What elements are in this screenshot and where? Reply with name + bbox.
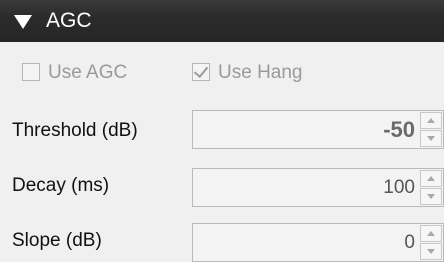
slope-label: Slope (dB) bbox=[12, 230, 102, 251]
slope-spin-buttons[interactable] bbox=[420, 225, 442, 260]
use-agc-label: Use AGC bbox=[48, 62, 128, 83]
slope-value[interactable]: 0 bbox=[404, 224, 415, 261]
use-hang-label: Use Hang bbox=[218, 62, 303, 83]
arrow-down-icon bbox=[427, 194, 435, 199]
triangle-down-icon[interactable] bbox=[14, 15, 32, 29]
checkmark-icon bbox=[193, 62, 209, 79]
threshold-decrement-button[interactable] bbox=[420, 130, 442, 147]
threshold-increment-button[interactable] bbox=[420, 112, 442, 129]
use-hang-checkbox-box[interactable] bbox=[192, 62, 210, 81]
slope-spinbox[interactable]: 0 bbox=[192, 223, 444, 262]
use-agc-checkbox[interactable]: Use AGC bbox=[22, 62, 152, 84]
arrow-up-icon bbox=[427, 176, 435, 181]
threshold-spinbox[interactable]: -50 bbox=[192, 110, 444, 149]
decay-increment-button[interactable] bbox=[420, 170, 442, 187]
decay-label: Decay (ms) bbox=[12, 175, 110, 196]
threshold-value[interactable]: -50 bbox=[383, 111, 415, 148]
arrow-down-icon bbox=[427, 136, 435, 141]
use-agc-checkbox-box[interactable] bbox=[22, 63, 40, 81]
decay-spin-buttons[interactable] bbox=[420, 170, 442, 205]
arrow-up-icon bbox=[427, 231, 435, 236]
panel-title: AGC bbox=[46, 9, 92, 32]
agc-panel-header[interactable]: AGC bbox=[0, 0, 444, 42]
decay-value[interactable]: 100 bbox=[383, 169, 415, 206]
slope-decrement-button[interactable] bbox=[420, 243, 442, 260]
arrow-up-icon bbox=[427, 118, 435, 123]
threshold-label: Threshold (dB) bbox=[12, 120, 138, 141]
arrow-down-icon bbox=[427, 249, 435, 254]
decay-decrement-button[interactable] bbox=[420, 188, 442, 205]
threshold-spin-buttons[interactable] bbox=[420, 112, 442, 147]
slope-increment-button[interactable] bbox=[420, 225, 442, 242]
decay-spinbox[interactable]: 100 bbox=[192, 168, 444, 207]
use-hang-checkbox[interactable]: Use Hang bbox=[192, 62, 342, 84]
